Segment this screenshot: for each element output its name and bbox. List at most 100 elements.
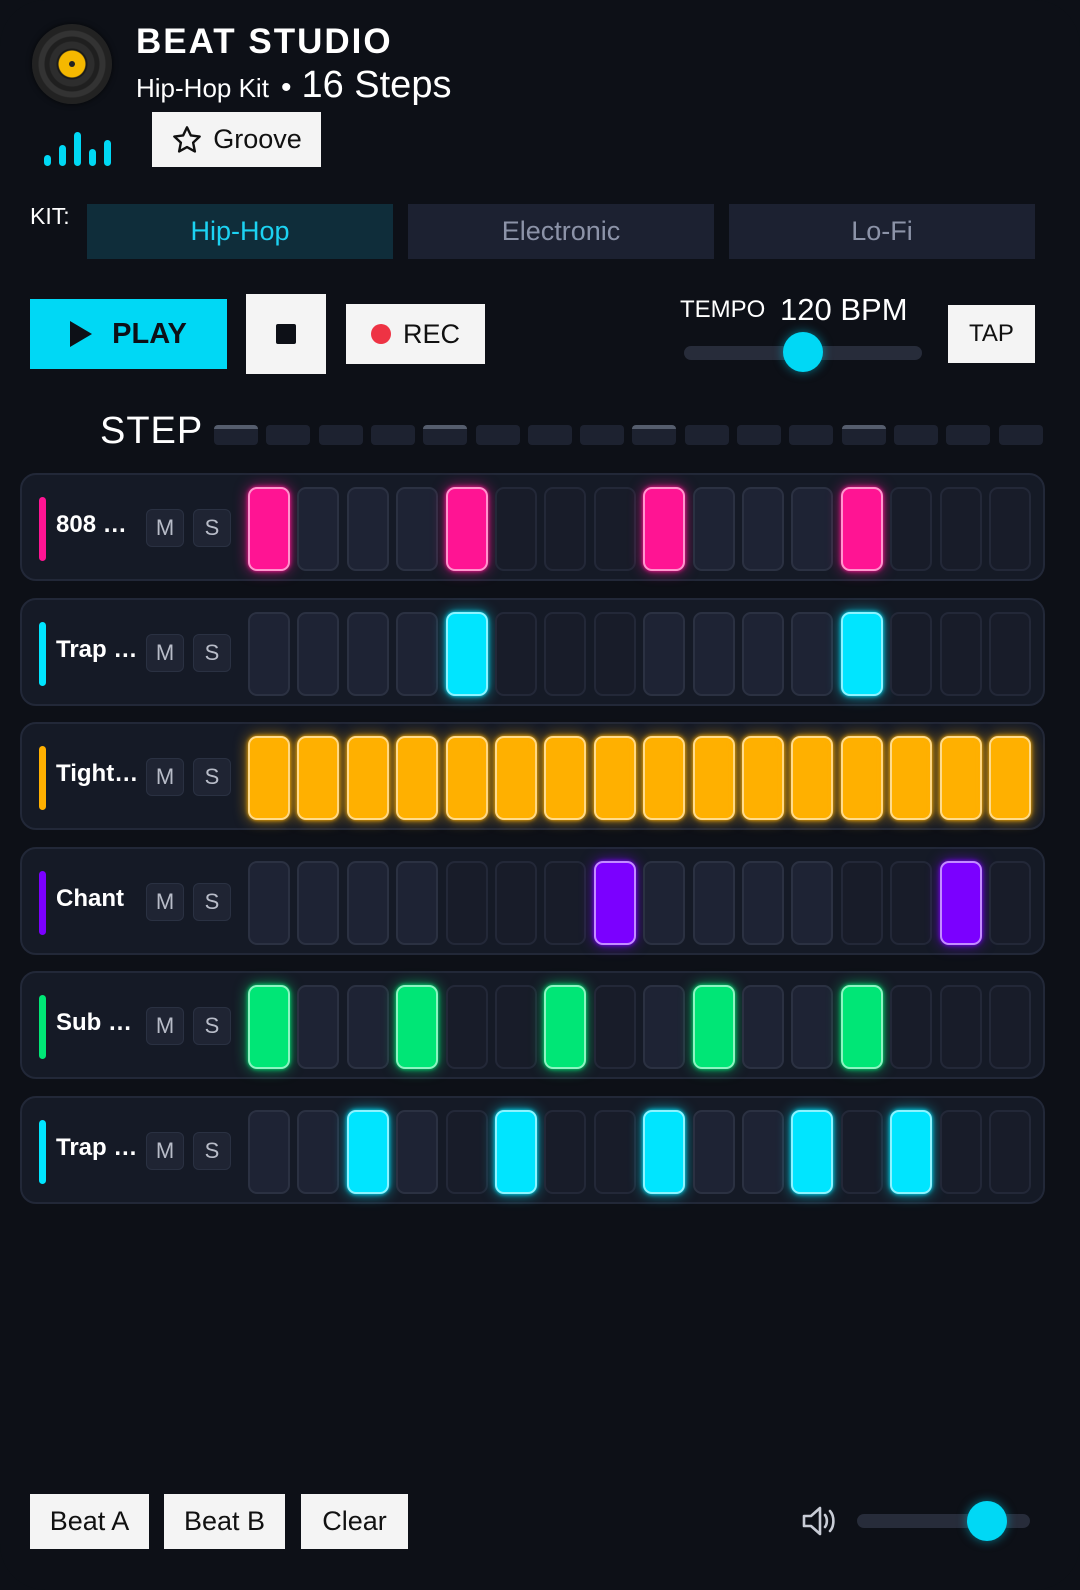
step-pad[interactable] bbox=[742, 985, 784, 1070]
step-pad[interactable] bbox=[890, 487, 933, 571]
play-button[interactable]: PLAY bbox=[30, 299, 227, 369]
step-pad[interactable] bbox=[840, 860, 883, 945]
step-pad[interactable] bbox=[544, 487, 587, 571]
step-pad[interactable] bbox=[643, 1110, 686, 1194]
step-pad[interactable] bbox=[544, 736, 587, 821]
step-pad[interactable] bbox=[445, 985, 488, 1070]
step-pad[interactable] bbox=[297, 736, 340, 821]
tempo-slider-thumb[interactable] bbox=[783, 332, 823, 372]
step-pad[interactable] bbox=[989, 985, 1031, 1070]
step-pad[interactable] bbox=[593, 736, 636, 821]
step-pad[interactable] bbox=[248, 1110, 290, 1194]
step-pad[interactable] bbox=[445, 860, 488, 945]
step-pad[interactable] bbox=[396, 611, 439, 696]
step-pad[interactable] bbox=[791, 860, 834, 945]
step-pad[interactable] bbox=[593, 1110, 636, 1194]
mute-button[interactable]: M bbox=[146, 1132, 184, 1170]
step-pad[interactable] bbox=[643, 860, 686, 945]
step-pad[interactable] bbox=[643, 985, 686, 1070]
step-pad[interactable] bbox=[248, 736, 290, 821]
step-pad[interactable] bbox=[791, 1110, 834, 1194]
step-pad[interactable] bbox=[346, 985, 389, 1070]
step-pad[interactable] bbox=[989, 736, 1031, 821]
step-pad[interactable] bbox=[939, 985, 982, 1070]
volume-icon[interactable] bbox=[800, 1503, 840, 1539]
step-pad[interactable] bbox=[297, 860, 340, 945]
pattern-button-beat-a[interactable]: Beat A bbox=[30, 1494, 149, 1549]
step-pad[interactable] bbox=[643, 487, 686, 571]
mute-button[interactable]: M bbox=[146, 633, 184, 672]
step-pad[interactable] bbox=[840, 611, 883, 696]
step-pad[interactable] bbox=[939, 487, 982, 571]
groove-button[interactable]: Groove bbox=[152, 112, 321, 167]
step-pad[interactable] bbox=[297, 985, 340, 1070]
kit-tab-electronic[interactable]: Electronic bbox=[408, 204, 714, 259]
step-pad[interactable] bbox=[939, 611, 982, 696]
tap-tempo-button[interactable]: TAP bbox=[948, 305, 1035, 363]
volume-slider-thumb[interactable] bbox=[966, 1501, 1007, 1541]
step-pad[interactable] bbox=[692, 736, 735, 821]
step-pad[interactable] bbox=[445, 611, 488, 696]
step-pad[interactable] bbox=[297, 1110, 340, 1194]
pattern-button-beat-b[interactable]: Beat B bbox=[164, 1494, 285, 1549]
step-pad[interactable] bbox=[396, 985, 439, 1070]
step-pad[interactable] bbox=[791, 736, 834, 821]
step-pad[interactable] bbox=[742, 860, 784, 945]
pattern-button-clear[interactable]: Clear bbox=[301, 1494, 408, 1549]
step-pad[interactable] bbox=[692, 611, 735, 696]
solo-button[interactable]: S bbox=[193, 882, 231, 921]
step-pad[interactable] bbox=[939, 736, 982, 821]
solo-button[interactable]: S bbox=[193, 633, 231, 672]
step-pad[interactable] bbox=[939, 860, 982, 945]
kit-tab-hip-hop[interactable]: Hip-Hop bbox=[87, 204, 393, 259]
step-pad[interactable] bbox=[396, 1110, 439, 1194]
step-pad[interactable] bbox=[248, 985, 290, 1070]
step-pad[interactable] bbox=[248, 611, 290, 696]
step-pad[interactable] bbox=[742, 611, 784, 696]
step-pad[interactable] bbox=[742, 736, 784, 821]
step-pad[interactable] bbox=[544, 860, 587, 945]
step-pad[interactable] bbox=[692, 860, 735, 945]
mute-button[interactable]: M bbox=[146, 758, 184, 797]
step-pad[interactable] bbox=[989, 860, 1031, 945]
step-pad[interactable] bbox=[791, 611, 834, 696]
step-pad[interactable] bbox=[890, 611, 933, 696]
step-pad[interactable] bbox=[297, 611, 340, 696]
step-pad[interactable] bbox=[890, 985, 933, 1070]
mute-button[interactable]: M bbox=[146, 1007, 184, 1046]
step-pad[interactable] bbox=[396, 487, 439, 571]
step-pad[interactable] bbox=[544, 611, 587, 696]
record-button[interactable]: REC bbox=[346, 304, 485, 364]
step-pad[interactable] bbox=[840, 736, 883, 821]
step-pad[interactable] bbox=[840, 985, 883, 1070]
step-pad[interactable] bbox=[495, 736, 537, 821]
kit-tab-lo-fi[interactable]: Lo-Fi bbox=[729, 204, 1035, 259]
stop-button[interactable] bbox=[246, 294, 326, 374]
step-pad[interactable] bbox=[445, 736, 488, 821]
solo-button[interactable]: S bbox=[193, 1007, 231, 1046]
step-pad[interactable] bbox=[593, 860, 636, 945]
step-pad[interactable] bbox=[890, 736, 933, 821]
step-pad[interactable] bbox=[840, 487, 883, 571]
mute-button[interactable]: M bbox=[146, 882, 184, 921]
step-pad[interactable] bbox=[396, 860, 439, 945]
step-pad[interactable] bbox=[544, 985, 587, 1070]
step-pad[interactable] bbox=[742, 487, 784, 571]
step-pad[interactable] bbox=[445, 487, 488, 571]
step-pad[interactable] bbox=[297, 487, 340, 571]
step-pad[interactable] bbox=[346, 860, 389, 945]
step-pad[interactable] bbox=[939, 1110, 982, 1194]
step-pad[interactable] bbox=[692, 1110, 735, 1194]
step-pad[interactable] bbox=[346, 1110, 389, 1194]
step-pad[interactable] bbox=[593, 985, 636, 1070]
step-pad[interactable] bbox=[248, 487, 290, 571]
solo-button[interactable]: S bbox=[193, 758, 231, 797]
step-pad[interactable] bbox=[593, 611, 636, 696]
step-pad[interactable] bbox=[692, 487, 735, 571]
step-pad[interactable] bbox=[692, 985, 735, 1070]
step-pad[interactable] bbox=[643, 736, 686, 821]
step-pad[interactable] bbox=[346, 611, 389, 696]
step-pad[interactable] bbox=[544, 1110, 587, 1194]
step-pad[interactable] bbox=[495, 611, 537, 696]
step-pad[interactable] bbox=[593, 487, 636, 571]
